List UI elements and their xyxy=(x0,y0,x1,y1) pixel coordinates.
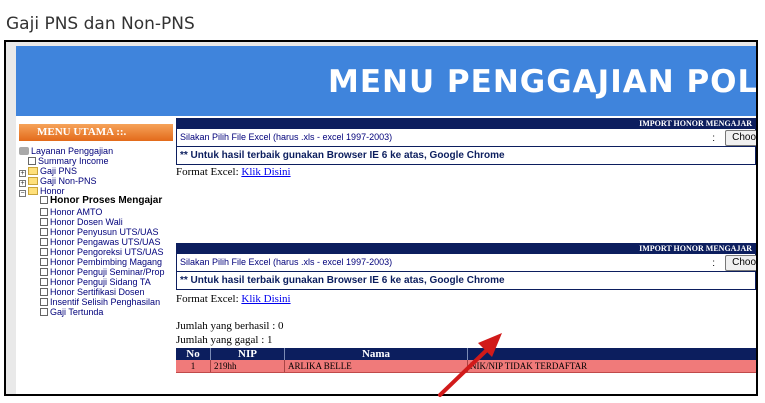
header-nama: Nama xyxy=(285,348,468,360)
file-prompt-row: Silakan Pilih File Excel (harus .xls - e… xyxy=(176,254,756,272)
main-content: IMPORT HONOR MENGAJAR Silakan Pilih File… xyxy=(176,116,756,394)
tree-item-gaji-pns[interactable]: + Gaji PNS xyxy=(19,166,77,177)
table-row: 1 219hh ARLIKA BELLE NIK/NIP TIDAK TERDA… xyxy=(176,360,756,373)
success-count: Jumlah yang berhasil : 0 xyxy=(176,320,284,332)
tree-item-honor-pengawas[interactable]: Honor Pengawas UTS/UAS xyxy=(40,237,161,247)
format-excel-line: Format Excel: Klik Disini xyxy=(176,293,291,305)
menu-header: MENU UTAMA ::. xyxy=(19,124,173,141)
choose-file-button[interactable]: Choo xyxy=(725,130,756,146)
collapse-icon[interactable]: − xyxy=(19,190,26,197)
tree-item-honor-proses-mengajar[interactable]: Honor Proses Mengajar xyxy=(40,196,162,206)
tree-item-honor-pengoreksi[interactable]: Honor Pengoreksi UTS/UAS xyxy=(40,247,164,257)
page-icon xyxy=(40,258,48,266)
page-icon xyxy=(40,238,48,246)
browser-note-row: ** Untuk hasil terbaik gunakan Browser I… xyxy=(176,272,756,290)
file-prompt: Silakan Pilih File Excel (harus .xls - e… xyxy=(180,257,393,267)
page-icon xyxy=(40,308,48,316)
tree-item-layanan-penggajian[interactable]: Layanan Penggajian xyxy=(19,146,113,156)
tree-item-summary-income[interactable]: Summary Income xyxy=(28,156,109,166)
page-icon xyxy=(40,196,48,204)
folder-icon xyxy=(28,167,38,175)
tree-item-honor-pembimbing-magang[interactable]: Honor Pembimbing Magang xyxy=(40,257,162,267)
tree-item-gaji-tertunda[interactable]: Gaji Tertunda xyxy=(40,307,103,317)
cell-nama: ARLIKA BELLE xyxy=(285,360,468,372)
folder-open-icon xyxy=(28,187,38,195)
page-icon xyxy=(40,288,48,296)
sidebar: MENU UTAMA ::. Layanan Penggajian Summar… xyxy=(16,116,176,394)
tree-item-honor-amto[interactable]: Honor AMTO xyxy=(40,207,102,217)
header-no: No xyxy=(176,348,211,360)
colon-label: : xyxy=(712,258,715,269)
page-icon xyxy=(40,278,48,286)
failed-count: Jumlah yang gagal : 1 xyxy=(176,334,273,346)
format-excel-label: Format Excel: xyxy=(176,166,239,178)
format-excel-line: Format Excel: Klik Disini xyxy=(176,166,291,178)
panel-header: IMPORT HONOR MENGAJAR xyxy=(176,243,756,254)
page-icon xyxy=(40,208,48,216)
choose-file-button[interactable]: Choo xyxy=(725,255,756,271)
drive-icon xyxy=(19,147,29,155)
header-keterangan xyxy=(468,348,756,360)
page-icon xyxy=(40,228,48,236)
page-icon xyxy=(40,298,48,306)
browser-note-row: ** Untuk hasil terbaik gunakan Browser I… xyxy=(176,147,756,165)
tree-item-honor-penguji-seminar[interactable]: Honor Penguji Seminar/Prop xyxy=(40,267,165,277)
tree-item-gaji-non-pns[interactable]: + Gaji Non-PNS xyxy=(19,176,97,187)
browser-note: ** Untuk hasil terbaik gunakan Browser I… xyxy=(180,275,505,286)
table-header: No NIP Nama xyxy=(176,348,756,360)
tree-item-honor-dosen-wali[interactable]: Honor Dosen Wali xyxy=(40,217,123,227)
browser-note: ** Untuk hasil terbaik gunakan Browser I… xyxy=(180,150,505,161)
browser-frame: MENU PENGGAJIAN POLITEKN MENU UTAMA ::. … xyxy=(4,40,758,396)
format-excel-link[interactable]: Klik Disini xyxy=(241,293,290,305)
file-prompt: Silakan Pilih File Excel (harus .xls - e… xyxy=(180,132,393,142)
banner-title: MENU PENGGAJIAN POLITEKN xyxy=(328,64,756,100)
page-icon xyxy=(40,218,48,226)
cell-no: 1 xyxy=(176,360,211,372)
tree-item-honor-penguji-sidang[interactable]: Honor Penguji Sidang TA xyxy=(40,277,151,287)
colon-label: : xyxy=(712,133,715,144)
file-prompt-row: Silakan Pilih File Excel (harus .xls - e… xyxy=(176,129,756,147)
cell-nip: 219hh xyxy=(211,360,285,372)
format-excel-link[interactable]: Klik Disini xyxy=(241,166,290,178)
tree-item-insentif-selisih[interactable]: Insentif Selisih Penghasilan xyxy=(40,297,160,307)
page-icon xyxy=(40,248,48,256)
header-nip: NIP xyxy=(211,348,285,360)
page-icon xyxy=(28,157,36,165)
menu-header-label: MENU UTAMA ::. xyxy=(37,126,127,138)
folder-icon xyxy=(28,177,38,185)
cell-keterangan: NIK/NIP TIDAK TERDAFTAR xyxy=(470,361,588,371)
tree-item-honor-sertifikasi[interactable]: Honor Sertifikasi Dosen xyxy=(40,287,145,297)
banner-bar: MENU PENGGAJIAN POLITEKN xyxy=(16,46,756,116)
panel-header: IMPORT HONOR MENGAJAR xyxy=(176,118,756,129)
format-excel-label: Format Excel: xyxy=(176,293,239,305)
page-title: Gaji PNS dan Non-PNS xyxy=(6,14,195,34)
page-icon xyxy=(40,268,48,276)
tree-item-honor-penyusun[interactable]: Honor Penyusun UTS/UAS xyxy=(40,227,159,237)
